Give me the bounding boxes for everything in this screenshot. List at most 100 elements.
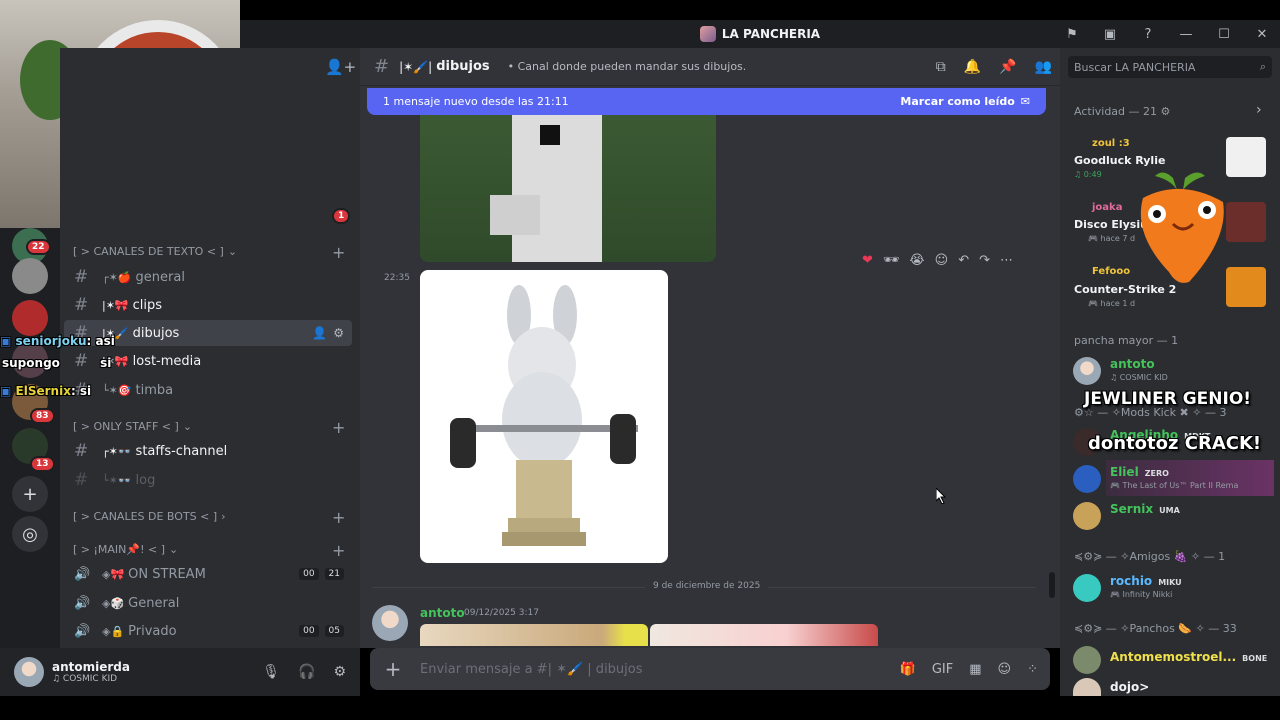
member-row-eliel[interactable]: Eliel ZERO [1110, 465, 1169, 479]
threads-icon[interactable]: ⧉ [936, 59, 946, 75]
gear-icon[interactable]: ⚙ [333, 326, 344, 340]
member-name: rochio [1110, 574, 1153, 588]
attachment-image-minecraft[interactable] [420, 115, 716, 262]
category-only-staff[interactable]: [ > ONLY STAFF < ] ⌄ [73, 420, 192, 433]
member-group-header: pancha mayor — 1 [1074, 334, 1179, 347]
channel-title: dibujos [436, 59, 490, 74]
header-actions: ⧉ 🔔 📌 👥 [936, 59, 1052, 75]
user-info[interactable]: antomierda ♫ COSMIC KID [52, 660, 130, 684]
invite-icon[interactable]: 👤 [312, 326, 327, 340]
maximize-icon[interactable]: ☐ [1214, 24, 1234, 44]
voice-channel-on-stream[interactable]: 🔊 ◈🎀 ON STREAM 00 21 [64, 561, 352, 587]
username: antomierda [52, 660, 130, 674]
chat-scrollbar[interactable] [1049, 572, 1055, 598]
search-placeholder: Buscar LA PANCHERIA [1074, 60, 1196, 74]
message-author[interactable]: antoto [420, 606, 465, 620]
apps-icon[interactable]: ⁘ [1027, 662, 1038, 677]
bell-icon[interactable]: 🔔 [964, 59, 981, 75]
create-channel-button[interactable]: + [332, 418, 345, 437]
avatar[interactable] [1073, 357, 1101, 385]
avatar[interactable] [1073, 574, 1101, 602]
hash-icon: # [74, 267, 89, 287]
channel-general[interactable]: # ┌✶🍎 general [64, 264, 352, 290]
more-icon[interactable]: ⋯ [1000, 253, 1013, 268]
category-main[interactable]: [ > ¡MAIN📌! < ] ⌄ [73, 543, 178, 556]
server-item[interactable] [12, 300, 48, 336]
channel-timba[interactable]: # └✶🎯 timba [64, 377, 352, 403]
create-channel-button[interactable]: + [332, 508, 345, 527]
heart-reaction-icon[interactable]: ❤ [862, 253, 873, 268]
chat-user: supongo [2, 356, 60, 370]
attach-plus-icon[interactable]: + [382, 657, 404, 681]
headphones-icon[interactable]: 🎧 [298, 664, 315, 680]
server-badge: 22 [26, 239, 51, 255]
activity-user[interactable]: Fefooo [1092, 266, 1130, 277]
create-channel-button[interactable]: + [332, 243, 345, 262]
category-text-channels[interactable]: [ > CANALES DE TEXTO < ] ⌄ [73, 245, 237, 258]
flag-icon[interactable]: ⚑ [1062, 24, 1082, 44]
chevron-down-icon: ⌄ [182, 420, 193, 433]
activity-user[interactable]: joaka [1092, 202, 1122, 213]
voice-count-b: 05 [324, 625, 344, 637]
avatar[interactable] [14, 657, 44, 687]
member-row-sernix[interactable]: Sernix UMA [1110, 502, 1180, 516]
activity-user[interactable]: zoul :3 [1092, 138, 1130, 149]
channel-staffs-channel[interactable]: # ┌✶👓 staffs-channel [64, 438, 352, 464]
channel-topic[interactable]: • Canal donde pueden mandar sus dibujos. [508, 60, 747, 73]
hash-icon: # [74, 441, 89, 461]
close-icon[interactable]: ✕ [1252, 24, 1272, 44]
message-composer[interactable]: + Enviar mensaje a #| ✶🖌️ | dibujos 🎁 GI… [370, 648, 1050, 690]
avatar[interactable] [372, 605, 408, 641]
mark-read-button[interactable]: Marcar como leído [900, 95, 1014, 108]
member-name[interactable]: antoto [1110, 357, 1155, 371]
voice-channel-general[interactable]: 🔊 ◈🎲 General [64, 590, 352, 616]
minimize-icon[interactable]: — [1176, 24, 1196, 44]
gear-icon[interactable]: ⚙ [333, 664, 346, 680]
forward-icon[interactable]: ↷ [979, 253, 990, 268]
gift-icon[interactable]: 🎁 [900, 662, 916, 677]
carrot-sticker-overlay [1133, 168, 1229, 286]
crying-reaction-icon[interactable]: 😭 [909, 253, 924, 268]
explore-servers-button[interactable]: ◎ [12, 516, 48, 552]
member-row-rochio[interactable]: rochio MIKU [1110, 574, 1182, 588]
member-row-antomemostroel[interactable]: Antomemostroel... BONE [1110, 650, 1267, 664]
add-friend-icon[interactable]: 👤+ [325, 58, 356, 76]
composer-placeholder[interactable]: Enviar mensaje a #| ✶🖌️ | dibujos [420, 662, 643, 677]
avatar[interactable] [1073, 502, 1101, 530]
member-name[interactable]: dojo> [1110, 680, 1149, 694]
add-reaction-icon[interactable]: ☺ [935, 253, 949, 268]
help-icon[interactable]: ? [1138, 24, 1158, 44]
member-status: ♫ COSMIC KID [1110, 373, 1168, 382]
emoji-icon[interactable]: ☺ [998, 662, 1012, 677]
pin-icon[interactable]: 📌 [999, 59, 1016, 75]
category-bot-channels[interactable]: [ > CANALES DE BOTS < ] › [73, 510, 226, 523]
channel-log[interactable]: # └✶👓 log [64, 467, 352, 493]
avatar[interactable] [1073, 646, 1101, 674]
channel-clips[interactable]: # |✶🎀 clips [64, 292, 352, 318]
category-label: [ > ¡MAIN📌! < ] [73, 543, 166, 556]
microphone-icon[interactable]: 🎙 [262, 664, 280, 680]
voice-count: 00 21 [299, 568, 352, 580]
attachment-image-rabbid[interactable] [420, 270, 668, 563]
bottom-black-strip [0, 696, 1280, 720]
reaction-icon[interactable]: 🕶 [883, 253, 900, 268]
search-input[interactable]: Buscar LA PANCHERIA ⌕ [1068, 56, 1272, 78]
chevron-right-icon[interactable]: › [1256, 102, 1262, 118]
server-item[interactable] [12, 258, 48, 294]
reply-icon[interactable]: ↶ [958, 253, 969, 268]
avatar[interactable] [1073, 465, 1101, 493]
add-server-button[interactable]: + [12, 476, 48, 512]
create-channel-button[interactable]: + [332, 541, 345, 560]
members-icon[interactable]: 👥 [1035, 59, 1052, 75]
chat-user: seniorjoku [15, 334, 87, 348]
attachment-image[interactable] [650, 624, 878, 646]
voice-channel-privado[interactable]: 🔊 ◈🔒 Privado 00 05 [64, 618, 352, 644]
stream-chat-line: supongo si [2, 356, 111, 370]
gif-icon[interactable]: GIF [932, 662, 953, 677]
attachment-image[interactable] [420, 624, 648, 646]
sticker-icon[interactable]: ▦ [969, 662, 981, 677]
inbox-icon[interactable]: ▣ [1100, 24, 1120, 44]
server-icon [699, 26, 716, 42]
new-messages-bar[interactable]: 1 mensaje nuevo desde las 21:11 Marcar c… [367, 88, 1046, 115]
channel-prefix: |✶🎀 [102, 298, 129, 312]
